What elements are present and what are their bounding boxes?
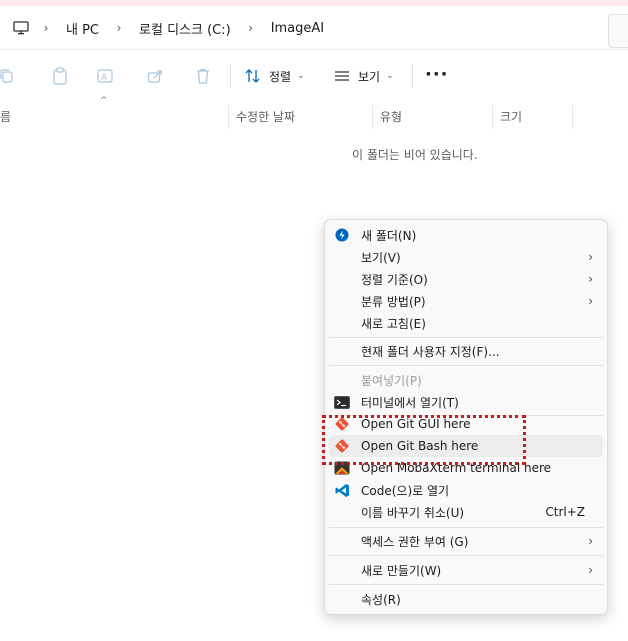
search-input[interactable]: [608, 14, 628, 48]
menu-item-view[interactable]: 보기(V) ›: [329, 246, 603, 268]
menu-separator: [329, 584, 603, 585]
vscode-icon: [334, 482, 350, 498]
menu-item-paste: 붙여넣기(P): [361, 373, 422, 388]
sort-icon: [245, 69, 260, 83]
paste-icon[interactable]: [50, 66, 70, 86]
view-label: 보기: [358, 69, 381, 84]
chevron-down-icon: ⌄: [386, 71, 394, 81]
menu-item-new[interactable]: 새로 만들기(W) ›: [329, 559, 603, 581]
column-name[interactable]: 름: [0, 105, 11, 129]
menu-separator: [329, 527, 603, 528]
new-folder-icon: [334, 227, 350, 243]
menu-separator: [329, 337, 603, 338]
share-icon[interactable]: [145, 66, 165, 86]
sort-label: 정렬: [269, 69, 292, 84]
rename-icon[interactable]: A: [96, 66, 116, 86]
menu-item-open-with-code[interactable]: Code(으)로 열기: [329, 479, 603, 501]
svg-text:A: A: [101, 73, 108, 83]
shortcut-label: Ctrl+Z: [545, 505, 585, 519]
delete-icon[interactable]: [193, 66, 213, 86]
view-button[interactable]: 보기 ⌄: [334, 64, 394, 88]
computer-icon[interactable]: [10, 18, 32, 38]
toolbar-divider: [230, 64, 231, 88]
git-icon: [334, 416, 350, 432]
chevron-right-icon: ›: [588, 563, 593, 577]
chevron-down-icon: ⌄: [297, 71, 305, 81]
chevron-right-icon: ›: [588, 250, 593, 264]
toolbar-divider: [412, 64, 413, 88]
menu-separator: [329, 365, 603, 366]
breadcrumb-item-drive[interactable]: 로컬 디스크 (C:): [133, 19, 237, 38]
menu-item-open-git-bash[interactable]: Open Git Bash here: [329, 435, 603, 457]
breadcrumb: › 내 PC › 로컬 디스크 (C:) › ImageAI: [10, 18, 330, 38]
more-options-icon[interactable]: ···: [425, 64, 449, 85]
column-size[interactable]: 크기: [500, 105, 522, 129]
address-bar: › 내 PC › 로컬 디스크 (C:) › ImageAI: [0, 6, 628, 50]
menu-item-open-mobaxterm[interactable]: Open MobaXterm terminal here: [329, 457, 603, 479]
column-type[interactable]: 유형: [380, 105, 402, 129]
chevron-right-icon: ›: [588, 272, 593, 286]
mobaxterm-icon: [334, 460, 350, 476]
menu-item-sort-by[interactable]: 정렬 기준(O) ›: [329, 268, 603, 290]
column-divider[interactable]: [372, 105, 373, 129]
menu-item-properties[interactable]: 속성(R): [329, 588, 603, 610]
empty-folder-message: 이 폴더는 비어 있습니다.: [352, 148, 478, 162]
menu-item-give-access[interactable]: 액세스 권한 부여 (G) ›: [329, 530, 603, 552]
command-bar: A 정렬 ⌄ 보기 ⌄ ···: [0, 50, 628, 102]
menu-item-undo-rename[interactable]: 이름 바꾸기 취소(U) Ctrl+Z: [329, 501, 603, 523]
menu-item-customize-folder[interactable]: 현재 폴더 사용자 지정(F)...: [329, 340, 603, 362]
chevron-right-icon[interactable]: ›: [105, 21, 133, 35]
git-icon: [334, 438, 350, 454]
menu-separator: [329, 555, 603, 556]
column-divider[interactable]: [228, 105, 229, 129]
menu-item-group-by[interactable]: 분류 방법(P) ›: [329, 290, 603, 312]
column-divider[interactable]: [572, 105, 573, 129]
menu-item-open-git-gui[interactable]: Open Git GUI here: [329, 413, 603, 435]
context-menu: 새 폴더(N) 보기(V) › 정렬 기준(O) › 분류 방법(P) › 새로…: [324, 219, 608, 615]
terminal-icon: [334, 394, 350, 410]
column-divider[interactable]: [492, 105, 493, 129]
menu-item-open-terminal[interactable]: 터미널에서 열기(T): [329, 391, 603, 413]
view-icon: [335, 71, 349, 81]
chevron-right-icon[interactable]: ›: [32, 21, 60, 35]
copy-icon[interactable]: [0, 66, 16, 86]
chevron-right-icon: ›: [588, 534, 593, 548]
column-date-modified[interactable]: 수정한 날짜: [236, 105, 295, 129]
chevron-right-icon: ›: [588, 294, 593, 308]
sort-button[interactable]: 정렬 ⌄: [245, 64, 305, 88]
menu-item-refresh[interactable]: 새로 고침(E): [329, 312, 603, 334]
breadcrumb-item-pc[interactable]: 내 PC: [60, 19, 105, 38]
column-header-row: 름 수정한 날짜 유형 크기: [0, 105, 628, 129]
breadcrumb-item-folder[interactable]: ImageAI: [265, 21, 330, 36]
menu-item-new-folder[interactable]: 새 폴더(N): [329, 224, 603, 246]
chevron-right-icon[interactable]: ›: [237, 21, 265, 35]
